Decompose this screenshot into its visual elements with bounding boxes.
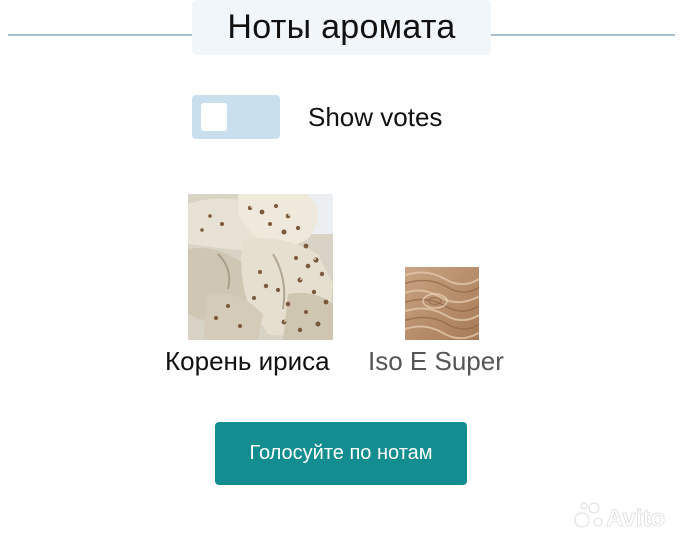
watermark-text: Avito xyxy=(606,505,665,532)
avito-watermark: Avito xyxy=(572,498,676,532)
header-divider-right xyxy=(491,34,675,36)
show-votes-toggle[interactable] xyxy=(192,95,280,139)
show-votes-label: Show votes xyxy=(308,102,443,132)
toggle-knob xyxy=(201,103,227,131)
wood-grain-image[interactable] xyxy=(405,267,479,340)
header-divider-left xyxy=(8,34,192,36)
note-label-iso-e-super[interactable]: Iso E Super xyxy=(368,346,504,377)
section-header: Ноты аромата xyxy=(192,0,491,55)
orris-root-image[interactable] xyxy=(188,194,333,340)
section-title: Ноты аромата xyxy=(227,8,456,46)
note-label-orris-root[interactable]: Корень ириса xyxy=(165,346,330,377)
page: Ноты аромата Show votes Корень ириса Iso… xyxy=(0,0,683,540)
vote-by-notes-button[interactable]: Голосуйте по нотам xyxy=(215,422,467,485)
